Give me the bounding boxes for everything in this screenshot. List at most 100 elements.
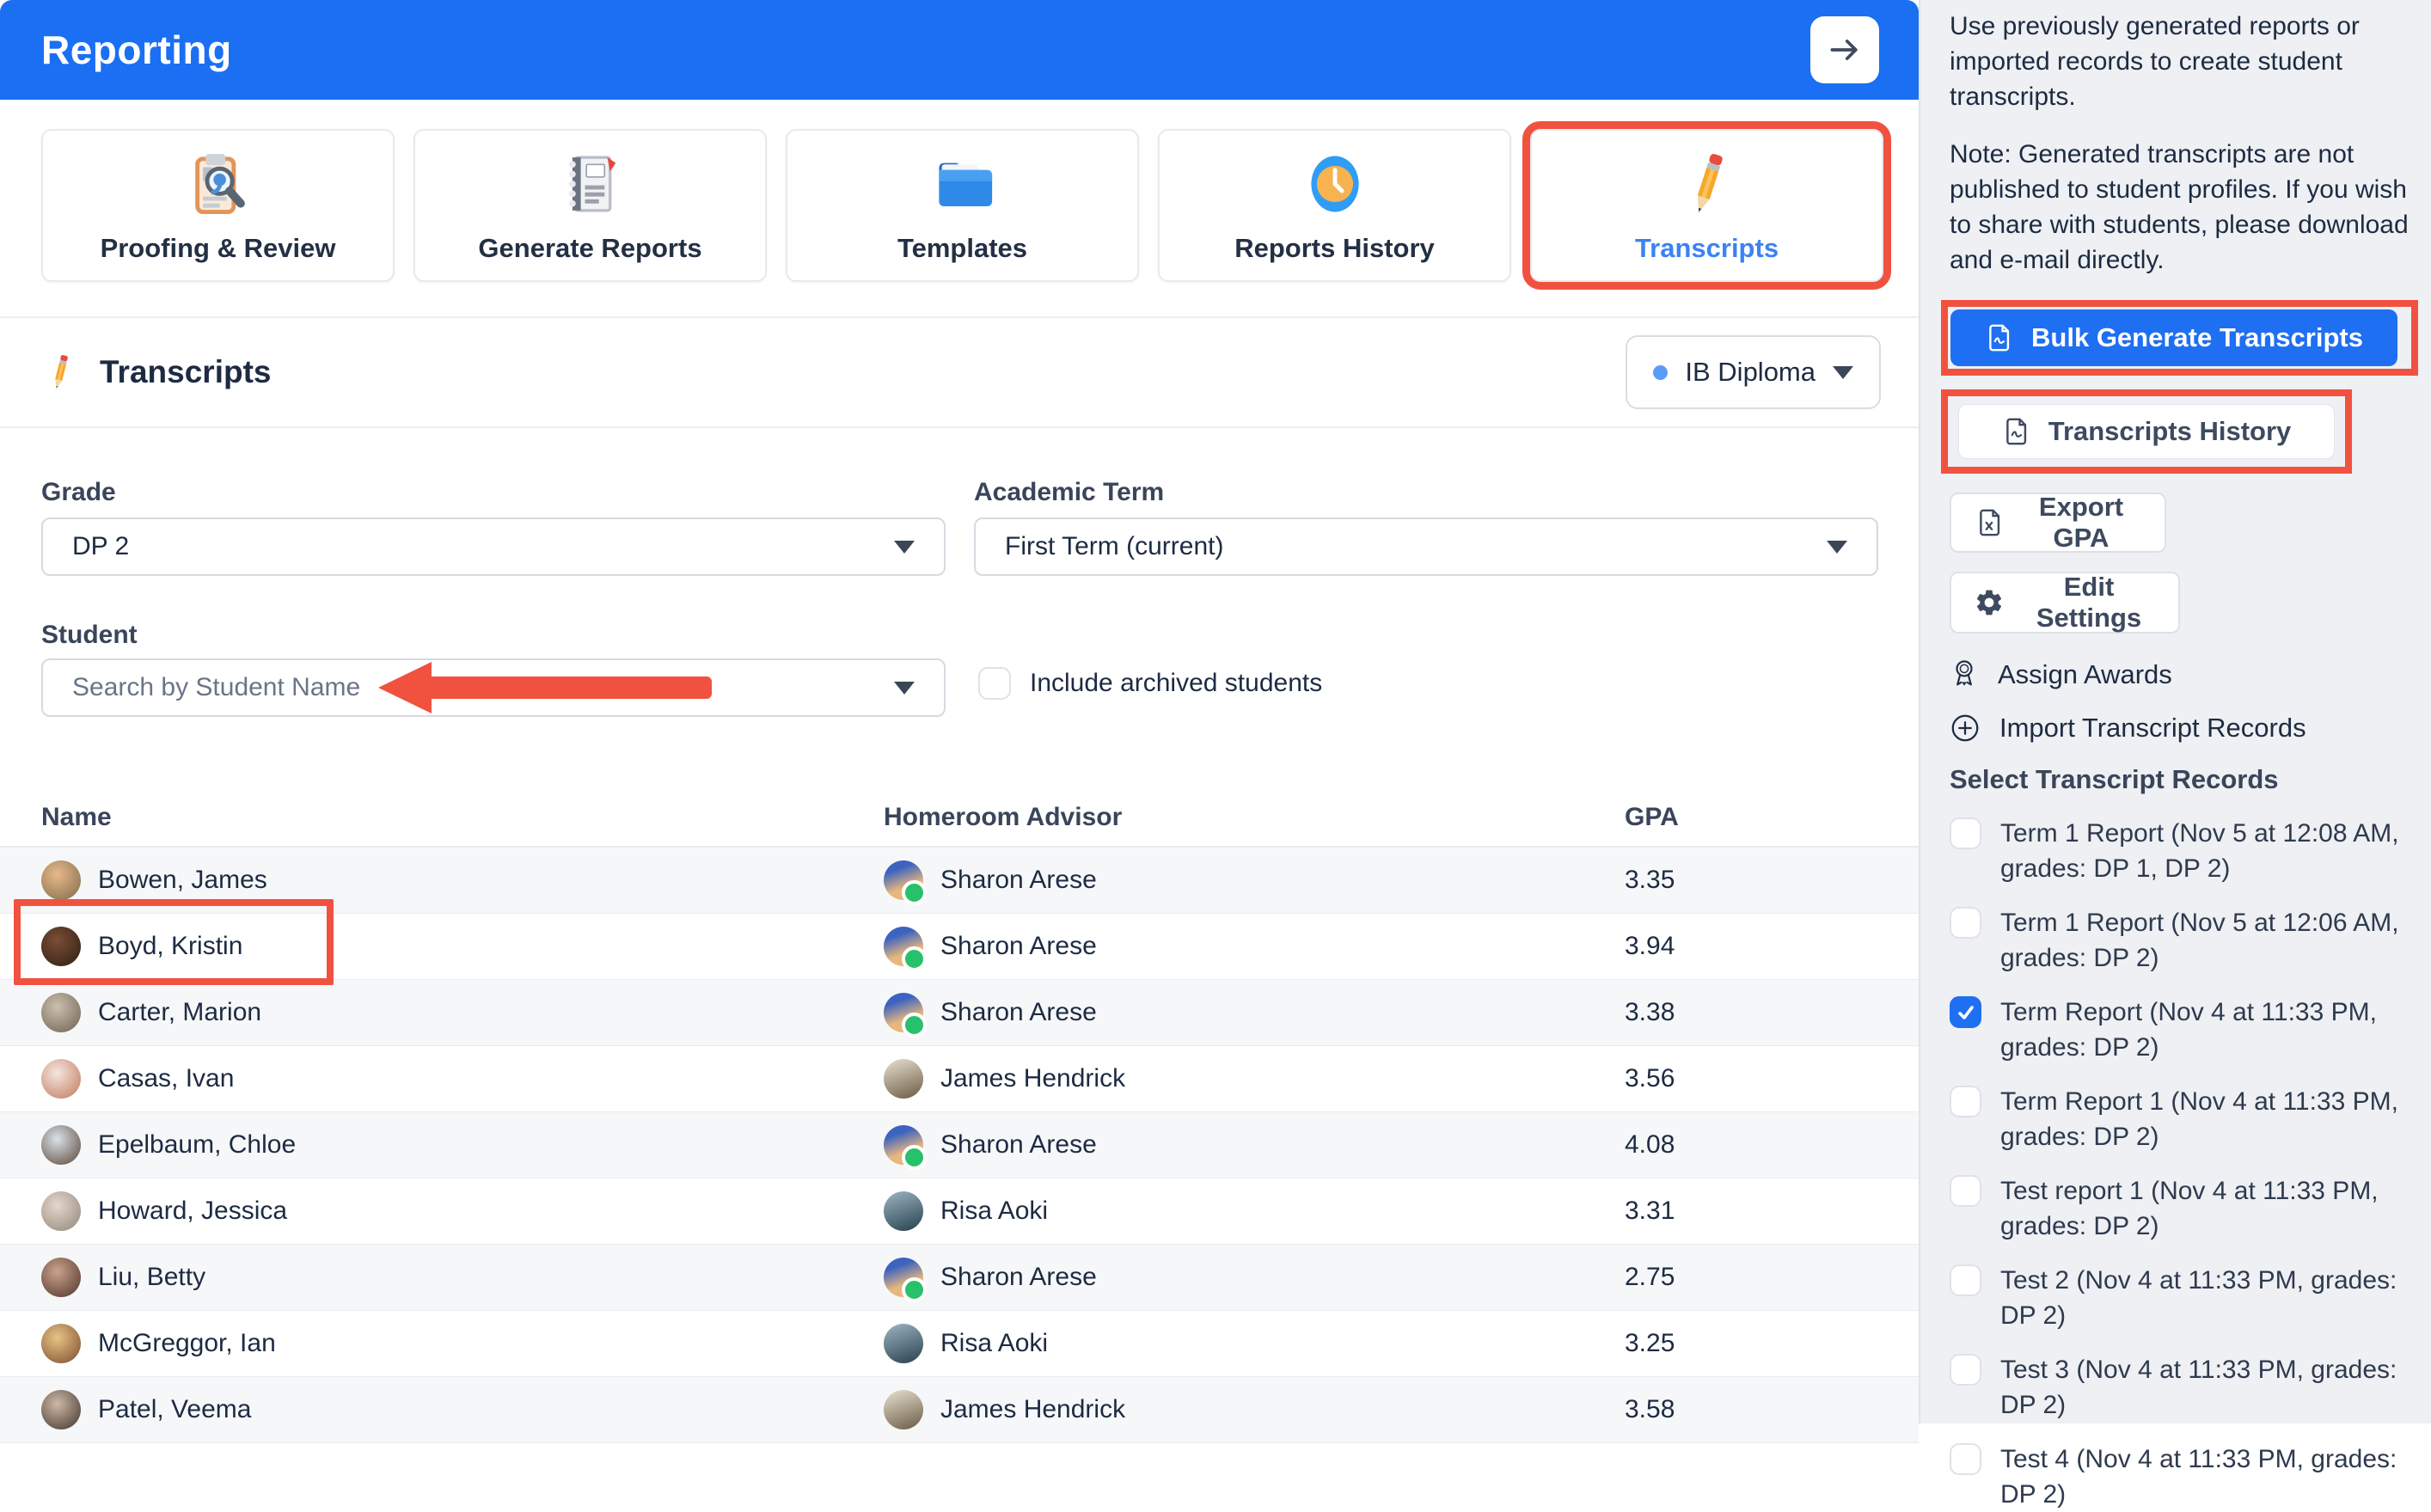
tab-label: Generate Reports <box>478 233 702 263</box>
advisor-name: Sharon Arese <box>940 1263 1097 1291</box>
edit-settings-button[interactable]: Edit Settings <box>1950 572 2180 634</box>
table-row[interactable]: Howard, Jessica Risa Aoki 3.31 <box>0 1178 1919 1245</box>
record-label: Test report 1 (Nov 4 at 11:33 PM, grades… <box>2000 1177 2379 1240</box>
table-row[interactable]: McGreggor, Ian Risa Aoki 3.25 <box>0 1311 1919 1377</box>
gpa-value: 3.31 <box>1625 1197 1675 1225</box>
student-name[interactable]: Carter, Marion <box>98 998 261 1027</box>
record-checkbox[interactable] <box>1950 1443 1981 1475</box>
annotation-box-bulk-generate: Bulk Generate Transcripts <box>1941 300 2418 376</box>
tab-templates[interactable]: Templates <box>786 129 1139 282</box>
tab-label: Transcripts <box>1634 233 1779 263</box>
tab-generate-reports[interactable]: Generate Reports <box>413 129 767 282</box>
student-name[interactable]: Liu, Betty <box>98 1263 205 1292</box>
gpa-value: 3.58 <box>1625 1395 1675 1423</box>
student-name[interactable]: Howard, Jessica <box>98 1197 287 1226</box>
record-checkbox[interactable] <box>1950 817 1981 849</box>
advisor-avatar <box>884 1125 927 1170</box>
grade-select[interactable]: DP 2 <box>41 517 946 576</box>
student-name[interactable]: Patel, Veema <box>98 1395 251 1424</box>
record-label: Term 1 Report (Nov 5 at 12:08 AM, grades… <box>2000 819 2399 883</box>
advisor-name: James Hendrick <box>940 1395 1126 1423</box>
award-icon <box>1950 658 1979 692</box>
export-gpa-button[interactable]: Export GPA <box>1950 492 2166 553</box>
include-archived-checkbox[interactable] <box>978 667 1011 700</box>
app-header: Reporting <box>0 0 1919 100</box>
student-name[interactable]: Bowen, James <box>98 866 267 895</box>
table-row[interactable]: Epelbaum, Chloe Sharon Arese 4.08 <box>0 1112 1919 1178</box>
program-selector[interactable]: IB Diploma <box>1626 335 1881 409</box>
excel-file-icon <box>1975 508 2005 537</box>
record-label: Test 4 (Nov 4 at 11:33 PM, grades: DP 2) <box>2000 1445 2397 1509</box>
advisor-avatar <box>884 860 927 905</box>
student-avatar <box>41 860 81 900</box>
student-search-placeholder: Search by Student Name <box>72 673 361 701</box>
transcript-record-item[interactable]: Test 4 (Nov 4 at 11:33 PM, grades: DP 2) <box>1950 1442 2416 1512</box>
record-checkbox[interactable] <box>1950 1354 1981 1386</box>
gpa-value: 2.75 <box>1625 1263 1675 1291</box>
bulk-generate-transcripts-button[interactable]: Bulk Generate Transcripts <box>1950 309 2397 366</box>
table-row[interactable]: Casas, Ivan James Hendrick 3.56 <box>0 1046 1919 1112</box>
assign-awards-link[interactable]: Assign Awards <box>1950 658 2416 692</box>
grade-label: Grade <box>41 478 116 506</box>
column-name: Name <box>41 803 112 831</box>
advisor-name: James Hendrick <box>940 1064 1126 1093</box>
record-checkbox[interactable] <box>1950 1175 1981 1207</box>
transcript-record-item[interactable]: Term Report (Nov 4 at 11:33 PM, grades: … <box>1950 995 2416 1065</box>
student-name[interactable]: McGreggor, Ian <box>98 1329 276 1358</box>
column-advisor: Homeroom Advisor <box>884 803 1123 831</box>
pencil-icon <box>41 350 79 395</box>
import-transcript-records-link[interactable]: Import Transcript Records <box>1950 713 2416 744</box>
chevron-down-icon <box>1827 540 1847 554</box>
tab-transcripts[interactable]: Transcripts <box>1522 121 1891 290</box>
record-checkbox[interactable] <box>1950 907 1981 939</box>
collapse-panel-button[interactable] <box>1810 16 1879 83</box>
transcript-record-item[interactable]: Term 1 Report (Nov 5 at 12:06 AM, grades… <box>1950 905 2416 976</box>
student-search-select[interactable]: Search by Student Name <box>41 658 946 717</box>
advisor-name: Sharon Arese <box>940 866 1097 894</box>
transcripts-section-header: Transcripts IB Diploma <box>0 316 1919 428</box>
record-label: Term Report (Nov 4 at 11:33 PM, grades: … <box>2000 998 2377 1062</box>
transcript-record-item[interactable]: Term Report 1 (Nov 4 at 11:33 PM, grades… <box>1950 1084 2416 1154</box>
advisor-avatar <box>884 927 927 971</box>
tab-label: Reports History <box>1234 233 1435 263</box>
advisor-avatar <box>884 1258 927 1302</box>
record-checkbox[interactable] <box>1950 1086 1981 1117</box>
record-checkbox-checked[interactable] <box>1950 996 1981 1028</box>
plus-circle-icon <box>1950 713 1981 744</box>
student-name[interactable]: Epelbaum, Chloe <box>98 1130 296 1160</box>
sidebar-note-text: Note: Generated transcripts are not publ… <box>1950 140 2409 274</box>
include-archived-label: Include archived students <box>1030 669 1323 697</box>
annotation-box-transcripts-history: Transcripts History <box>1941 389 2352 474</box>
advisor-name: Sharon Arese <box>940 932 1097 960</box>
student-avatar <box>41 1390 81 1429</box>
students-table: Name Homeroom Advisor GPA Bowen, James S… <box>0 789 1919 1443</box>
gpa-value: 4.08 <box>1625 1130 1675 1159</box>
include-archived-checkbox-row[interactable]: Include archived students <box>978 667 1322 700</box>
student-name[interactable]: Boyd, Kristin <box>98 932 242 961</box>
advisor-name: Risa Aoki <box>940 1197 1049 1225</box>
academic-term-select[interactable]: First Term (current) <box>974 517 1878 576</box>
transcript-record-item[interactable]: Test 2 (Nov 4 at 11:33 PM, grades: DP 2) <box>1950 1263 2416 1333</box>
student-avatar <box>41 927 81 966</box>
record-checkbox[interactable] <box>1950 1264 1981 1296</box>
table-row[interactable]: Liu, Betty Sharon Arese 2.75 <box>0 1245 1919 1311</box>
table-row[interactable]: Boyd, Kristin Sharon Arese 3.94 <box>0 914 1919 980</box>
table-row[interactable]: Carter, Marion Sharon Arese 3.38 <box>0 980 1919 1046</box>
gear-icon <box>1974 587 2005 618</box>
student-name[interactable]: Casas, Ivan <box>98 1064 234 1093</box>
transcripts-history-label: Transcripts History <box>2048 416 2292 446</box>
transcripts-history-button[interactable]: Transcripts History <box>1958 404 2335 459</box>
table-row[interactable]: Patel, Veema James Hendrick 3.58 <box>0 1377 1919 1443</box>
chevron-down-icon <box>1833 365 1853 379</box>
tab-label: Proofing & Review <box>100 233 336 263</box>
tab-proofing-review[interactable]: Proofing & Review <box>41 129 395 282</box>
page-title: Reporting <box>41 28 232 72</box>
select-transcript-records-heading: Select Transcript Records <box>1950 764 2279 794</box>
record-label: Test 3 (Nov 4 at 11:33 PM, grades: DP 2) <box>2000 1356 2397 1419</box>
transcript-record-item[interactable]: Term 1 Report (Nov 5 at 12:08 AM, grades… <box>1950 816 2416 886</box>
tab-reports-history[interactable]: Reports History <box>1158 129 1511 282</box>
transcript-record-item[interactable]: Test report 1 (Nov 4 at 11:33 PM, grades… <box>1950 1173 2416 1244</box>
table-row[interactable]: Bowen, James Sharon Arese 3.35 <box>0 848 1919 914</box>
transcript-record-item[interactable]: Test 3 (Nov 4 at 11:33 PM, grades: DP 2) <box>1950 1352 2416 1423</box>
student-avatar <box>41 1059 81 1099</box>
